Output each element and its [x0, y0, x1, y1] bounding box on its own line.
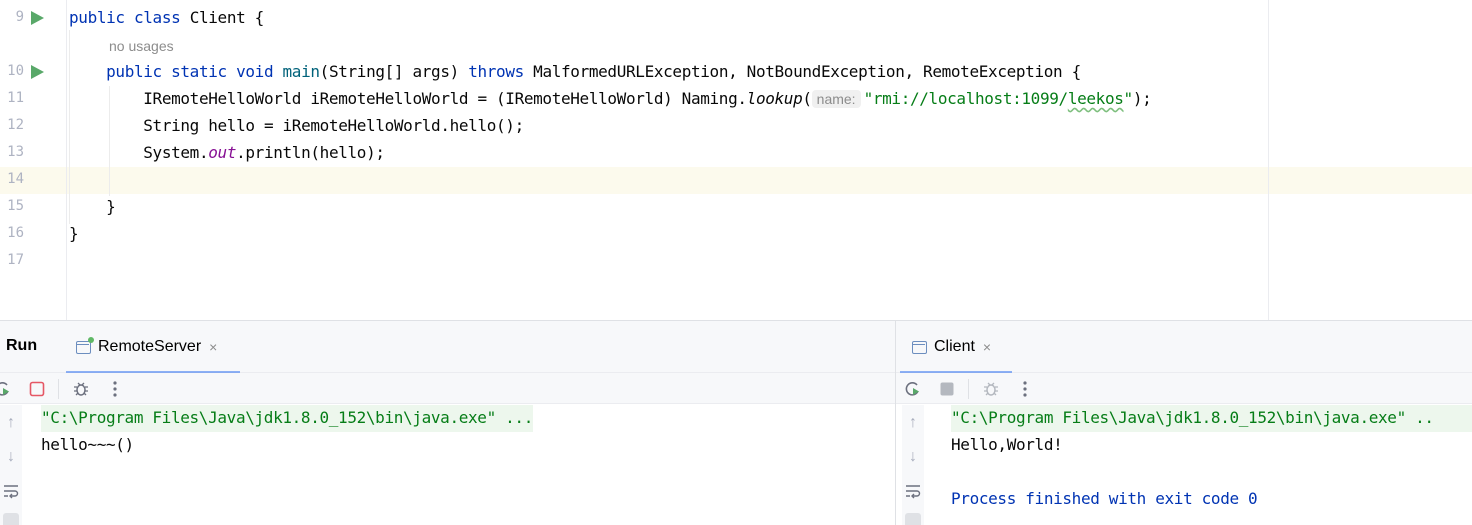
code-token: Client { — [189, 8, 265, 27]
close-icon[interactable]: × — [983, 339, 991, 355]
left-run-toolbar — [0, 373, 895, 404]
scroll-to-end-icon[interactable] — [905, 513, 921, 525]
tab-remoteserver[interactable]: RemoteServer × — [66, 321, 240, 374]
console-output-line[interactable]: Hello,World! — [951, 432, 1063, 459]
code-line-10[interactable]: 10 public static void main(String[] args… — [0, 59, 1472, 86]
code-text: IRemoteHelloWorld iRemoteHelloWorld = (I… — [69, 89, 1152, 108]
run-config-icon — [76, 336, 94, 354]
code-text: String hello = iRemoteHelloWorld.hello()… — [69, 116, 524, 135]
more-options-icon[interactable] — [1016, 380, 1034, 398]
string-literal: "rmi://localhost:1099/leekos" — [863, 89, 1134, 108]
toolbar-separator — [58, 379, 59, 399]
run-config-icon — [912, 340, 927, 354]
code-token: MalformedURLException, NotBoundException… — [533, 62, 1081, 81]
static-field: out — [208, 143, 237, 162]
code-line-14[interactable]: 14 — [0, 167, 1472, 194]
line-number: 17 — [7, 252, 24, 268]
console-exit-message[interactable]: Process finished with exit code 0 — [951, 486, 1258, 513]
left-console-side-toolbar: ↑ ↓ — [0, 405, 22, 525]
debug-bug-icon[interactable] — [982, 380, 1000, 398]
line-number: 11 — [7, 90, 24, 106]
right-console-output[interactable]: "C:\Program Files\Java\jdk1.8.0_152\bin\… — [951, 405, 1472, 525]
line-number: 9 — [15, 9, 24, 25]
code-text: } — [69, 224, 79, 243]
code-token: (String[] args) — [319, 62, 469, 81]
debug-bug-icon[interactable] — [72, 380, 90, 398]
right-console-side-toolbar: ↑ ↓ — [902, 405, 924, 525]
scroll-down-icon[interactable]: ↓ — [905, 449, 921, 465]
static-method: lookup — [746, 89, 803, 108]
scroll-up-icon[interactable]: ↑ — [3, 415, 19, 431]
rerun-icon[interactable] — [0, 380, 12, 398]
line-number: 12 — [7, 117, 24, 133]
code-token: ); — [1132, 89, 1152, 108]
string-part: " — [1123, 89, 1134, 108]
parameter-hint: name: — [811, 90, 861, 108]
stop-icon[interactable] — [28, 380, 46, 398]
code-token: ( — [802, 89, 812, 108]
soft-wrap-icon[interactable] — [905, 483, 921, 499]
console-command-line[interactable]: "C:\Program Files\Java\jdk1.8.0_152\bin\… — [951, 405, 1472, 432]
keyword: throws — [468, 62, 534, 81]
left-console-output[interactable]: "C:\Program Files\Java\jdk1.8.0_152\bin\… — [41, 405, 895, 525]
console-command-line[interactable]: "C:\Program Files\Java\jdk1.8.0_152\bin\… — [41, 405, 533, 432]
code-line-15[interactable]: 15 } — [0, 194, 1472, 221]
toolbar-separator — [968, 379, 969, 399]
code-line-12[interactable]: 12 String hello = iRemoteHelloWorld.hell… — [0, 113, 1472, 140]
code-text: public static void main(String[] args) t… — [69, 62, 1081, 81]
tab-client[interactable]: Client × — [900, 321, 1012, 374]
soft-wrap-icon[interactable] — [3, 483, 19, 499]
scroll-to-end-icon[interactable] — [3, 513, 19, 525]
tab-label: RemoteServer — [98, 338, 202, 355]
code-text: public class Client { — [69, 8, 264, 27]
method-name: main — [282, 62, 320, 81]
line-number: 16 — [7, 225, 24, 241]
tab-label: Client — [934, 338, 975, 355]
keyword: public class — [69, 8, 190, 27]
close-icon[interactable]: × — [209, 339, 217, 355]
line-number: 10 — [7, 63, 24, 79]
code-editor[interactable]: 9 public class Client { no usages 10 pub… — [0, 0, 1472, 320]
code-line-9[interactable]: 9 public class Client { — [0, 5, 1472, 32]
right-run-toolbar — [896, 373, 1472, 404]
code-token: IRemoteHelloWorld iRemoteHelloWorld = (I… — [69, 89, 747, 108]
code-token: .println(hello); — [236, 143, 385, 162]
more-options-icon[interactable] — [106, 380, 124, 398]
scroll-up-icon[interactable]: ↑ — [905, 415, 921, 431]
panel-splitter[interactable] — [895, 321, 896, 525]
run-tool-window: Run RemoteServer × Client × ↑ ↓ ↑ ↓ "C:\… — [0, 320, 1472, 525]
run-gutter-icon[interactable] — [31, 11, 44, 25]
run-tool-title: Run — [6, 337, 38, 354]
no-usages-hint[interactable]: no usages — [109, 38, 174, 54]
code-line-13[interactable]: 13 System.out.println(hello); — [0, 140, 1472, 167]
run-gutter-icon[interactable] — [31, 65, 44, 79]
code-text: System.out.println(hello); — [69, 143, 385, 162]
code-line-17[interactable]: 17 — [0, 248, 1472, 275]
stop-icon[interactable] — [938, 380, 956, 398]
run-tab-bar: Run RemoteServer × Client × — [0, 321, 1472, 374]
rerun-icon[interactable] — [904, 380, 922, 398]
code-line-11[interactable]: 11 IRemoteHelloWorld iRemoteHelloWorld =… — [0, 86, 1472, 113]
keyword: public static void — [69, 62, 283, 81]
running-indicator-icon — [88, 336, 94, 343]
string-part: "rmi://localhost:1099/ — [863, 89, 1069, 108]
code-line-16[interactable]: 16 } — [0, 221, 1472, 248]
line-number: 13 — [7, 144, 24, 160]
code-token: System. — [69, 143, 209, 162]
console-output-line[interactable]: hello~~~() — [41, 432, 134, 459]
line-number: 15 — [7, 198, 24, 214]
line-number: 14 — [7, 171, 24, 187]
code-text: } — [69, 197, 116, 216]
typo-word: leekos — [1067, 89, 1124, 108]
scroll-down-icon[interactable]: ↓ — [3, 449, 19, 465]
